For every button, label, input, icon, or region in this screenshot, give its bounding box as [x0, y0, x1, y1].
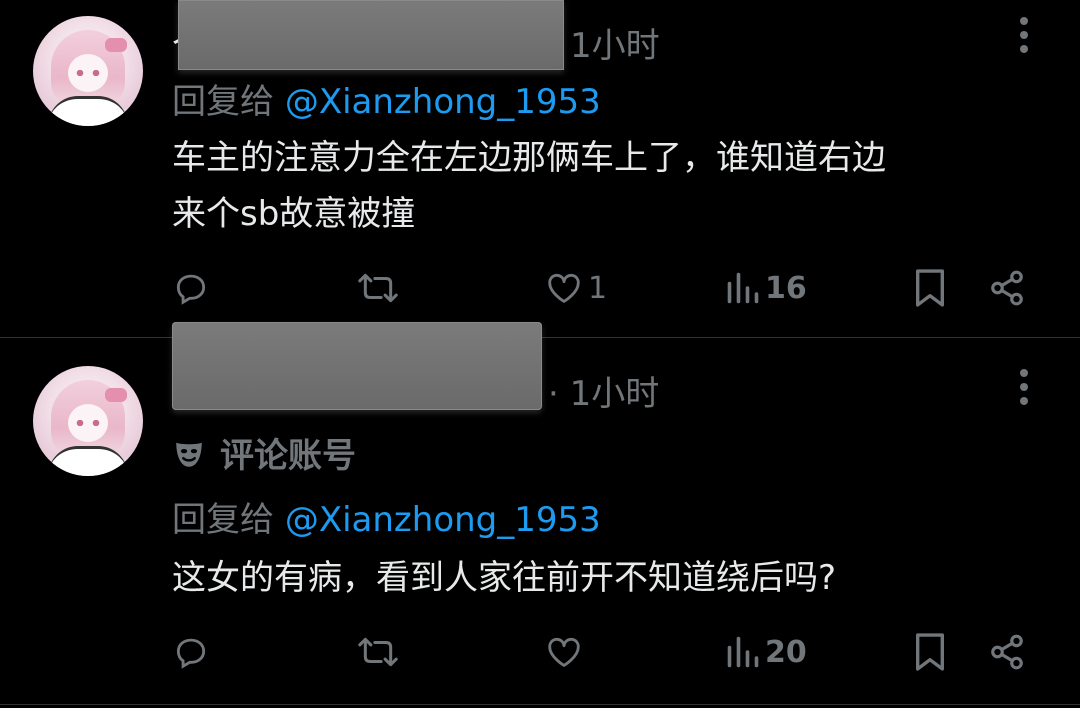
account-badge: 评论账号	[172, 428, 356, 477]
retweet-button[interactable]	[356, 263, 400, 313]
more-icon[interactable]	[1014, 368, 1034, 408]
action-bar: 1 16	[0, 263, 1080, 313]
retweet-icon	[358, 637, 398, 667]
reply-button[interactable]	[172, 627, 210, 677]
like-button[interactable]: 1	[544, 263, 607, 313]
like-button[interactable]	[544, 627, 588, 677]
retweet-icon	[358, 273, 398, 303]
tweet-2[interactable]: · 1小时 评论账号 回复给 @Xianzhong_1953 这女的有病，看到人…	[0, 322, 1080, 708]
like-icon	[548, 637, 580, 667]
tweet-1[interactable]: 个 1小时 回复给 @Xianzhong_1953 车主的注意力全在左边那俩车上…	[0, 0, 1080, 336]
tweet-text: 车主的注意力全在左边那俩车上了，谁知道右边 来个sb故意被撞	[172, 130, 1052, 242]
views-button[interactable]: 20	[725, 627, 807, 677]
reply-to: 回复给 @Xianzhong_1953	[172, 74, 601, 123]
retweet-button[interactable]	[356, 627, 400, 677]
redacted-username	[172, 322, 542, 410]
bookmark-icon	[916, 269, 945, 307]
badge-label: 评论账号	[220, 436, 356, 476]
reply-icon	[176, 638, 206, 669]
avatar[interactable]	[33, 16, 143, 126]
divider	[0, 704, 1080, 705]
mention-link[interactable]: @Xianzhong_1953	[285, 82, 601, 122]
views-icon	[727, 272, 759, 304]
views-count: 20	[765, 634, 807, 670]
more-icon[interactable]	[1014, 16, 1034, 56]
redacted-username	[178, 0, 564, 70]
reply-to-label: 回复给	[172, 500, 274, 540]
views-count: 16	[765, 270, 807, 306]
tweet-text: 这女的有病，看到人家往前开不知道绕后吗?	[172, 550, 1052, 606]
like-icon	[548, 273, 580, 303]
action-bar: 20	[0, 627, 1080, 677]
reply-icon	[176, 274, 206, 305]
share-icon	[991, 634, 1023, 670]
like-count: 1	[588, 270, 608, 306]
share-icon	[991, 270, 1023, 306]
avatar[interactable]	[33, 366, 143, 476]
share-button[interactable]	[988, 263, 1026, 313]
views-icon	[727, 636, 759, 668]
mention-link[interactable]: @Xianzhong_1953	[285, 500, 601, 540]
bookmark-icon	[916, 633, 945, 671]
views-button[interactable]: 16	[725, 263, 807, 313]
reply-button[interactable]	[172, 263, 210, 313]
tweet-text-line: 车主的注意力全在左边那俩车上了，谁知道右边	[172, 138, 886, 178]
bookmark-button[interactable]	[912, 627, 948, 677]
mask-icon	[176, 442, 202, 467]
timestamp[interactable]: 1小时	[570, 18, 660, 67]
reply-to: 回复给 @Xianzhong_1953	[172, 492, 601, 541]
reply-to-label: 回复给	[172, 82, 274, 122]
tweet-text-line: 来个sb故意被撞	[172, 194, 416, 234]
tweet-text-line: 这女的有病，看到人家往前开不知道绕后吗?	[172, 558, 837, 598]
timestamp[interactable]: · 1小时	[548, 366, 659, 415]
share-button[interactable]	[988, 627, 1026, 677]
bookmark-button[interactable]	[912, 263, 948, 313]
